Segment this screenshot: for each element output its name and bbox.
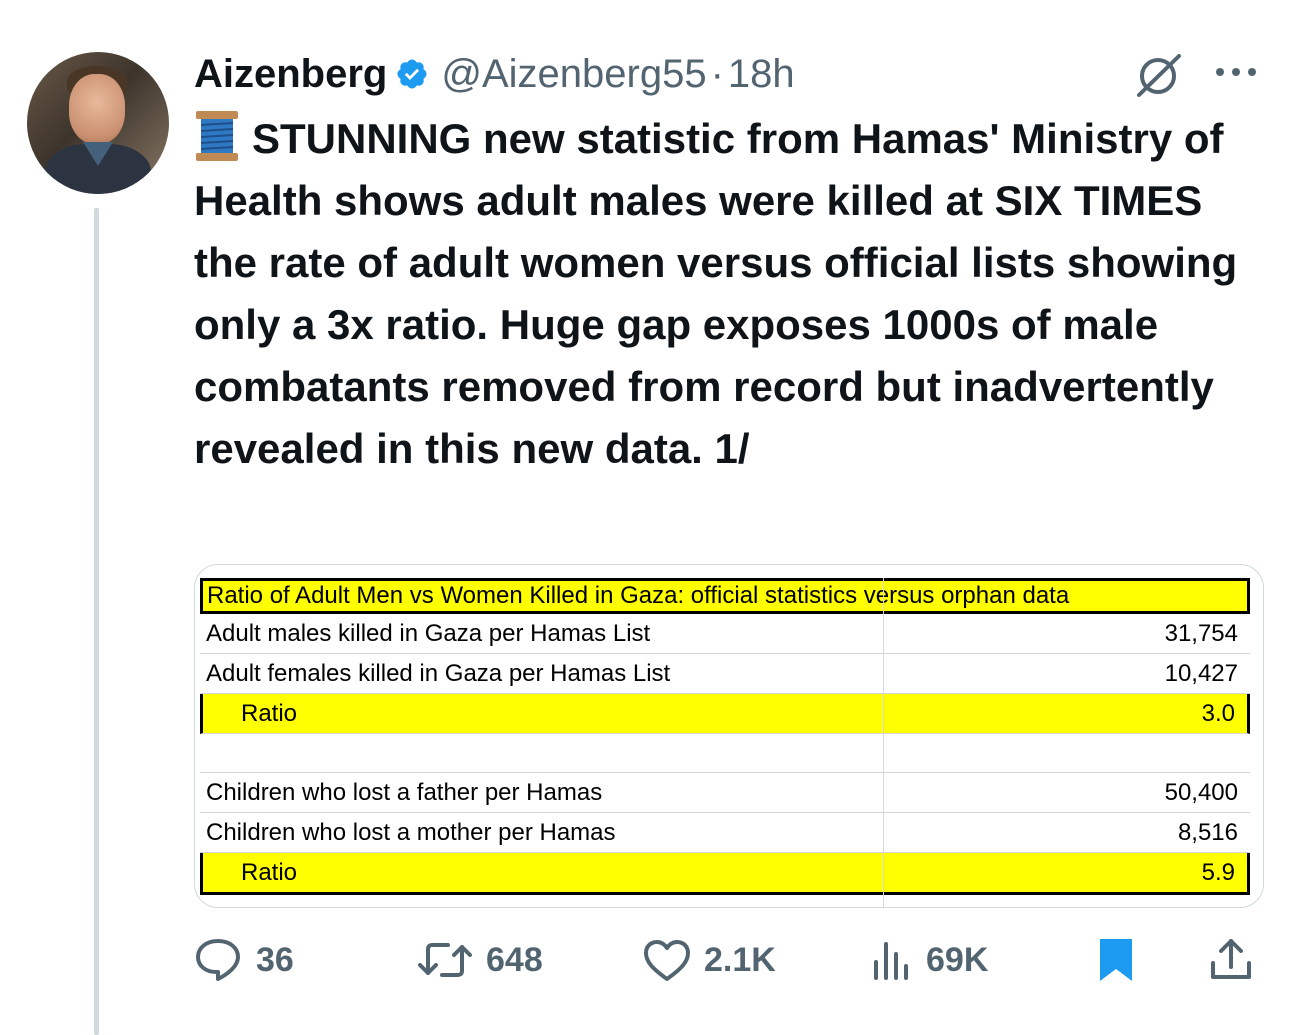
reply-count: 36 xyxy=(256,940,294,979)
table-row: Adult males killed in Gaza per Hamas Lis… xyxy=(200,614,1250,654)
spool-of-thread-icon xyxy=(196,111,238,161)
grok-icon[interactable] xyxy=(1133,52,1185,98)
verified-badge-icon xyxy=(397,59,427,89)
row-label: Adult males killed in Gaza per Hamas Lis… xyxy=(206,619,651,647)
table-row: Children who lost a mother per Hamas 8,5… xyxy=(200,813,1250,853)
blank-row xyxy=(200,734,1250,773)
separator-dot: · xyxy=(710,51,724,96)
row-value: 8,516 xyxy=(1177,818,1238,846)
row-label: Children who lost a father per Hamas xyxy=(206,778,603,806)
like-count: 2.1K xyxy=(704,940,776,979)
repost-icon xyxy=(418,943,472,977)
bookmark-icon xyxy=(1100,939,1132,981)
bookmark-button[interactable] xyxy=(1096,934,1136,986)
author-name[interactable]: Aizenberg xyxy=(194,52,387,97)
media-image[interactable]: Ratio of Adult Men vs Women Killed in Ga… xyxy=(194,564,1264,908)
views-button[interactable]: 69K xyxy=(870,934,988,986)
heart-icon xyxy=(644,940,690,981)
row-value: 10,427 xyxy=(1164,659,1238,687)
table-row: Children who lost a father per Hamas 50,… xyxy=(200,773,1250,813)
tweet-header: Aizenberg @Aizenberg55 · 18h xyxy=(194,48,795,100)
spreadsheet-table: Ratio of Adult Men vs Women Killed in Ga… xyxy=(200,578,1250,907)
repost-button[interactable]: 648 xyxy=(416,934,543,986)
thread-line xyxy=(94,208,99,1035)
table-row: Adult females killed in Gaza per Hamas L… xyxy=(200,654,1250,694)
like-button[interactable]: 2.1K xyxy=(642,934,776,986)
reply-icon xyxy=(196,939,240,981)
share-button[interactable] xyxy=(1208,934,1254,986)
reply-button[interactable]: 36 xyxy=(194,934,294,986)
row-label: Ratio xyxy=(241,858,298,886)
author-handle[interactable]: @Aizenberg55 xyxy=(441,52,706,97)
share-icon xyxy=(1211,939,1251,979)
avatar-face xyxy=(69,74,125,144)
tweet-body: STUNNING new statistic from Hamas' Minis… xyxy=(194,115,1238,472)
table-title-row: Ratio of Adult Men vs Women Killed in Ga… xyxy=(200,578,1250,614)
timestamp[interactable]: 18h xyxy=(728,52,795,97)
views-count: 69K xyxy=(926,940,989,979)
row-label: Children who lost a mother per Hamas xyxy=(206,818,616,846)
more-options-icon[interactable] xyxy=(1212,58,1260,86)
avatar[interactable] xyxy=(27,52,169,194)
ratio-row: Ratio 5.9 xyxy=(200,853,1250,895)
row-label: Adult females killed in Gaza per Hamas L… xyxy=(206,659,671,687)
action-bar: 36 648 2.1K 69K xyxy=(194,934,1260,986)
ratio-row: Ratio 3.0 xyxy=(200,694,1250,734)
row-value: 3.0 xyxy=(1201,699,1235,727)
row-label: Ratio xyxy=(241,699,298,727)
row-value: 50,400 xyxy=(1164,778,1238,806)
table-title: Ratio of Adult Men vs Women Killed in Ga… xyxy=(207,582,1070,609)
views-chart-icon xyxy=(874,942,908,980)
tweet-text: STUNNING new statistic from Hamas' Minis… xyxy=(194,108,1264,480)
row-value: 31,754 xyxy=(1164,619,1238,647)
row-value: 5.9 xyxy=(1201,858,1235,886)
repost-count: 648 xyxy=(486,940,543,979)
